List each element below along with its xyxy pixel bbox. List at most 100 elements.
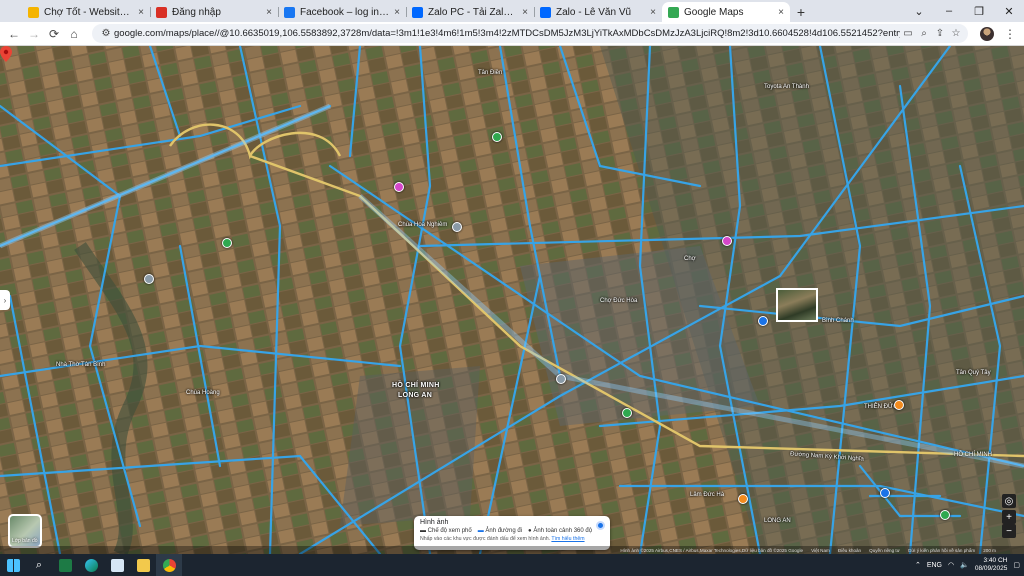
clock-date: 08/09/2025: [974, 565, 1008, 572]
bookmark-star-icon[interactable]: ☆: [948, 24, 964, 43]
browser-tab[interactable]: Zalo PC - Tải Zalo PC để làm việ×: [406, 2, 534, 22]
browser-tab[interactable]: Google Maps ×: [662, 2, 790, 22]
map-canvas: [0, 46, 1024, 554]
wifi-icon[interactable]: ◠: [948, 561, 954, 569]
satellite-map[interactable]: HỒ CHÍ MINH LONG AN Chùa Hoa Nghiêm Chợ …: [0, 46, 1024, 554]
tab-close-icon[interactable]: ×: [266, 7, 272, 18]
map-poi-icon[interactable]: [452, 222, 462, 232]
tab-close-icon[interactable]: ×: [778, 7, 784, 18]
tab-close-icon[interactable]: ×: [522, 7, 528, 18]
map-attribution: Hình ảnh ©2025 Airbus,CNES / Airbus,Maxa…: [0, 546, 1024, 554]
browser-tab-bar: Chợ Tốt - Website Mua Bán, Ra × Đăng nhập ×…: [0, 0, 1024, 22]
back-icon[interactable]: ←: [4, 24, 24, 44]
menu-kebab-icon[interactable]: ⋮: [1000, 24, 1020, 44]
tray-chevron-icon[interactable]: ⌃: [915, 561, 921, 569]
windows-start-icon[interactable]: [0, 554, 26, 576]
tab-title: Chợ Tốt - Website Mua Bán, Ra: [44, 6, 134, 18]
tab-favicon-icon: [28, 6, 39, 18]
map-poi-icon[interactable]: [738, 494, 748, 504]
zoom-out-button[interactable]: −: [1002, 524, 1016, 538]
notification-icon[interactable]: ▢: [1013, 561, 1020, 569]
tab-title: Đăng nhập: [172, 6, 221, 18]
minimize-icon[interactable]: –: [934, 0, 964, 22]
attribution-link[interactable]: Việt Nam: [811, 548, 830, 553]
map-label: Chùa Hoa Nghiêm: [398, 222, 448, 228]
profile-avatar[interactable]: [980, 26, 994, 41]
road-photo-option[interactable]: ▬ Ảnh đường đi: [478, 528, 522, 534]
imagery-hint: Nhấp vào các khu vực được đánh dấu để xe…: [420, 536, 551, 542]
map-label: Chùa Hoàng: [186, 390, 220, 396]
home-icon[interactable]: ⌂: [64, 24, 84, 44]
search-icon[interactable]: ⌕: [26, 554, 52, 576]
volume-icon[interactable]: 🔈: [960, 561, 969, 569]
attribution-link[interactable]: Gửi ý kiến phản hồi về sản phẩm: [908, 548, 975, 553]
learn-more-link[interactable]: Tìm hiểu thêm: [551, 536, 584, 542]
restore-icon[interactable]: ❐: [964, 0, 994, 22]
tab-title: Google Maps: [684, 6, 744, 18]
tab-close-icon[interactable]: ×: [650, 7, 656, 18]
imagery-toggle[interactable]: [596, 521, 605, 530]
share-icon[interactable]: ⇪: [932, 24, 948, 43]
folder-icon[interactable]: [130, 554, 156, 576]
street-view-option[interactable]: ▬ Chế độ xem phố: [420, 528, 472, 534]
zoom-in-button[interactable]: +: [1002, 510, 1016, 524]
tab-search-icon[interactable]: ⌄: [904, 0, 934, 22]
tab-favicon-icon: [412, 6, 423, 18]
map-label: Chợ: [684, 256, 696, 262]
attribution-link[interactable]: Quyền riêng tư: [869, 548, 900, 553]
new-tab-button[interactable]: +: [790, 2, 812, 22]
reload-icon[interactable]: ⟳: [44, 24, 64, 44]
layers-button[interactable]: Lớp bản đồ: [8, 514, 42, 548]
my-location-button[interactable]: ◎: [1002, 494, 1016, 508]
attribution-link[interactable]: Điều khoản: [838, 548, 861, 553]
map-poi-icon[interactable]: [394, 182, 404, 192]
language-indicator[interactable]: ENG: [927, 562, 942, 569]
site-info-icon[interactable]: ⚙: [98, 24, 114, 43]
map-label: HỒ CHÍ MINH: [954, 452, 992, 458]
map-poi-icon[interactable]: [722, 236, 732, 246]
map-label: THIÊN ĐỨC: [864, 404, 898, 410]
map-label: Chợ Đức Hòa: [600, 298, 638, 304]
browser-tab[interactable]: Zalo - Lê Văn Vũ ×: [534, 2, 662, 22]
install-app-icon[interactable]: ▭: [900, 24, 916, 43]
map-poi-icon[interactable]: [940, 510, 950, 520]
browser-tab[interactable]: Chợ Tốt - Website Mua Bán, Ra ×: [22, 2, 150, 22]
tab-close-icon[interactable]: ×: [138, 7, 144, 18]
map-poi-icon[interactable]: [556, 374, 566, 384]
map-label: LONG AN: [398, 392, 433, 399]
browser-tab[interactable]: Đăng nhập ×: [150, 2, 278, 22]
map-poi-icon[interactable]: [622, 408, 632, 418]
imagery-info-card: Hình ảnh ▬ Chế độ xem phố ▬ Ảnh đường đi…: [414, 516, 610, 550]
url-text[interactable]: google.com/maps/place//@10.6635019,106.5…: [114, 28, 900, 39]
excel-icon[interactable]: [52, 554, 78, 576]
mail-icon[interactable]: [104, 554, 130, 576]
close-window-icon[interactable]: ✕: [994, 0, 1024, 22]
windows-taskbar: ⌕ ⌃ ENG ◠ 🔈 3:40 CH 08/09/2025 ▢: [0, 554, 1024, 576]
expand-side-panel-button[interactable]: ›: [0, 290, 10, 310]
clock-time: 3:40 CH: [983, 557, 1008, 564]
chrome-icon[interactable]: [156, 554, 182, 576]
map-poi-icon[interactable]: [222, 238, 232, 248]
map-label: Lâm Đức Hà: [690, 492, 725, 498]
scale-bar[interactable]: 200 m: [983, 548, 996, 553]
map-poi-icon[interactable]: [894, 400, 904, 410]
tab-favicon-icon: [668, 6, 679, 18]
map-poi-icon[interactable]: [144, 274, 154, 284]
map-poi-icon[interactable]: [492, 132, 502, 142]
tab-close-icon[interactable]: ×: [394, 7, 400, 18]
clock[interactable]: 3:40 CH 08/09/2025: [975, 557, 1008, 573]
tab-favicon-icon: [156, 6, 167, 18]
panorama-option[interactable]: ● Ảnh toàn cảnh 360 độ: [528, 528, 592, 534]
edge-icon[interactable]: [78, 554, 104, 576]
map-label: Tân Quý Tây: [956, 370, 991, 376]
window-controls: ⌄ – ❐ ✕: [904, 0, 1024, 22]
forward-icon[interactable]: →: [24, 24, 44, 44]
tab-title: Zalo PC - Tải Zalo PC để làm việ: [428, 6, 519, 18]
photo-thumbnail[interactable]: [776, 288, 818, 322]
browser-tab[interactable]: Facebook – log in or sign up×: [278, 2, 406, 22]
location-pin-icon[interactable]: [0, 46, 12, 62]
address-bar[interactable]: ⚙ google.com/maps/place//@10.6635019,106…: [92, 24, 968, 43]
zoom-icon[interactable]: ⌕: [916, 24, 932, 43]
map-poi-icon[interactable]: [758, 316, 768, 326]
map-poi-icon[interactable]: [880, 488, 890, 498]
